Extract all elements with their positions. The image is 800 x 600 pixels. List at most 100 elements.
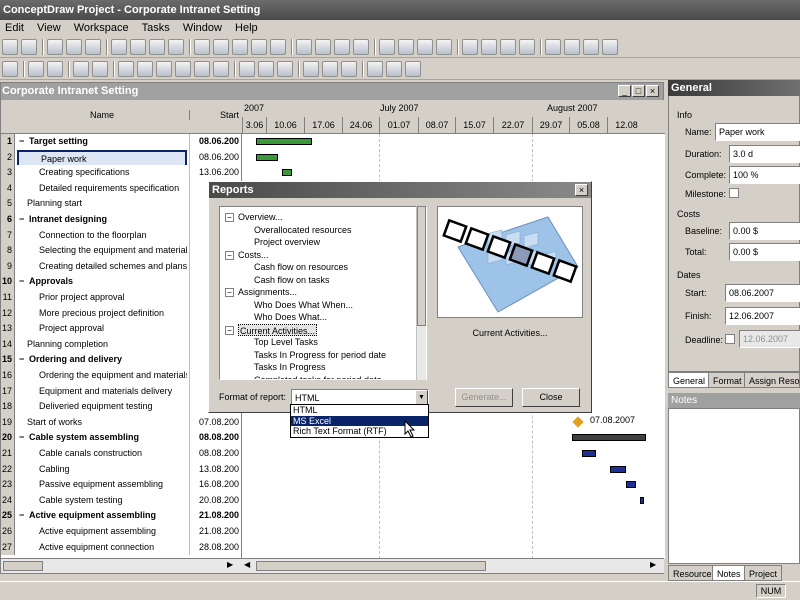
report-tree-item[interactable]: Who Does What...: [254, 311, 327, 324]
tab-general[interactable]: General: [668, 372, 711, 388]
report-tree[interactable]: Overview... − Overallocated resources Proje…: [219, 206, 427, 380]
minimize-button[interactable]: _: [618, 85, 631, 97]
gantt-task-bar[interactable]: [256, 153, 278, 161]
table-row[interactable]: 2 Paper work 08.06.200: [1, 149, 241, 166]
toolbar-button-icon[interactable]: [156, 61, 172, 77]
task-name-cell[interactable]: Planning start: [17, 196, 187, 212]
toolbar-button-icon[interactable]: [111, 39, 127, 55]
collapse-icon[interactable]: −: [19, 352, 24, 368]
task-name-cell[interactable]: Cable system assembling −: [17, 430, 187, 446]
toolbar-button-icon[interactable]: [213, 61, 229, 77]
table-row[interactable]: 15Ordering and delivery−16: [1, 352, 241, 368]
toolbar-button-icon[interactable]: [118, 61, 134, 77]
scroll-left-arrow-icon[interactable]: ◀: [244, 560, 250, 569]
row-number[interactable]: 19: [1, 414, 15, 431]
table-row[interactable]: 6Intranet designing−19: [1, 212, 241, 228]
task-name-cell[interactable]: Active equipment connection: [17, 540, 187, 556]
toolbar-button-icon[interactable]: [2, 61, 18, 77]
row-number[interactable]: 12: [1, 305, 15, 322]
table-row[interactable]: 21 Cable canals construction 08.08.200: [1, 446, 241, 462]
column-header-name[interactable]: Name: [17, 110, 187, 120]
table-row[interactable]: 20 Cable system assembling −08.08.200: [1, 430, 241, 446]
toolbar-button-icon[interactable]: [137, 61, 153, 77]
row-number[interactable]: 4: [1, 180, 15, 197]
table-row[interactable]: 17Equipment and materials delivery17: [1, 383, 241, 400]
close-window-button[interactable]: ×: [646, 85, 659, 97]
baseline-field[interactable]: 0.00 $: [729, 222, 800, 240]
toolbar-button-icon[interactable]: [47, 61, 63, 77]
toolbar-button-icon[interactable]: [258, 61, 274, 77]
start-date-cell[interactable]: 28.08.200: [189, 539, 241, 556]
start-date-cell[interactable]: 08.06.200: [189, 134, 241, 150]
toolbar-button-icon[interactable]: [315, 39, 331, 55]
toolbar-button-icon[interactable]: [239, 61, 255, 77]
menu-help[interactable]: Help: [230, 20, 263, 36]
gantt-task-bar[interactable]: [640, 496, 644, 504]
tree-collapse-icon[interactable]: −: [225, 288, 234, 297]
toolbar-button-icon[interactable]: [270, 39, 286, 55]
toolbar-button-icon[interactable]: [405, 61, 421, 77]
toolbar-button-icon[interactable]: [130, 39, 146, 55]
row-number[interactable]: 15: [1, 352, 15, 368]
start-date-cell[interactable]: 21.08.200: [189, 524, 241, 540]
scroll-right-arrow-icon[interactable]: ▶: [227, 560, 233, 569]
toolbar-button-icon[interactable]: [47, 39, 63, 55]
menu-window[interactable]: Window: [178, 20, 227, 36]
menu-workspace[interactable]: Workspace: [69, 20, 134, 36]
row-number[interactable]: 17: [1, 383, 15, 400]
toolbar-button-icon[interactable]: [341, 61, 357, 77]
collapse-icon[interactable]: −: [19, 274, 24, 290]
toolbar-button-icon[interactable]: [28, 61, 44, 77]
task-name-cell[interactable]: Prior project approval: [17, 290, 187, 306]
table-row[interactable]: 26 Active equipment assembling 21.08.200: [1, 524, 241, 540]
toolbar-button-icon[interactable]: [353, 39, 369, 55]
toolbar-button-icon[interactable]: [232, 39, 248, 55]
table-row[interactable]: 22 Cabling 13.08.200: [1, 461, 241, 478]
table-row[interactable]: 18Deliveried equipment testing03: [1, 399, 241, 415]
task-name-cell[interactable]: Ordering the equipment and materials: [17, 368, 187, 384]
row-number[interactable]: 21: [1, 446, 15, 462]
task-name-cell[interactable]: Ordering and delivery −: [17, 352, 187, 368]
table-row[interactable]: 12More precious project definition10: [1, 305, 241, 322]
table-row[interactable]: 24 Cable system testing 20.08.200: [1, 492, 241, 509]
dialog-close-icon[interactable]: ×: [575, 184, 588, 196]
toolbar-button-icon[interactable]: [168, 39, 184, 55]
milestone-checkbox[interactable]: [729, 188, 739, 198]
toolbar-button-icon[interactable]: [21, 39, 37, 55]
row-number[interactable]: 5: [1, 196, 15, 212]
scrollbar-thumb[interactable]: [3, 561, 43, 571]
start-date-cell[interactable]: 08.06.200: [189, 149, 241, 166]
menu-view[interactable]: View: [32, 20, 66, 36]
start-date-cell[interactable]: 08.08.200: [189, 446, 241, 462]
row-number[interactable]: 13: [1, 321, 15, 337]
report-tree-item[interactable]: Tasks In Progress: [254, 361, 326, 374]
task-name-cell[interactable]: Paper work: [17, 149, 187, 166]
toolbar-button-icon[interactable]: [251, 39, 267, 55]
table-row[interactable]: 23 Passive equipment assembling 16.08.200: [1, 477, 241, 493]
task-name-cell[interactable]: Cable system testing: [17, 493, 187, 509]
task-name-cell[interactable]: Planning completion: [17, 337, 187, 353]
task-name-cell[interactable]: Creating detailed schemes and plans: [17, 259, 187, 275]
row-number[interactable]: 6: [1, 212, 15, 228]
report-tree-item[interactable]: Who Does What When...: [254, 299, 353, 312]
scroll-right-arrow-icon[interactable]: ▶: [650, 560, 656, 569]
complete-field[interactable]: 100 %: [729, 166, 800, 184]
toolbar-button-icon[interactable]: [213, 39, 229, 55]
task-name-cell[interactable]: Approvals −: [17, 274, 187, 290]
toolbar-button-icon[interactable]: [303, 61, 319, 77]
toolbar-button-icon[interactable]: [175, 61, 191, 77]
row-number[interactable]: 24: [1, 492, 15, 509]
report-tree-item[interactable]: Current Activities...: [238, 323, 318, 336]
row-number[interactable]: 2: [1, 149, 15, 166]
tab-project[interactable]: Project: [744, 565, 783, 581]
row-number[interactable]: 18: [1, 399, 15, 415]
task-name-cell[interactable]: Active equipment assembling −: [17, 508, 187, 524]
table-row[interactable]: 9Creating detailed schemes and plans03: [1, 258, 241, 275]
start-date-field[interactable]: 08.06.2007: [725, 284, 800, 302]
task-name-cell[interactable]: Connection to the floorplan: [17, 228, 187, 244]
row-number[interactable]: 9: [1, 258, 15, 275]
task-name-cell[interactable]: Cabling: [17, 462, 187, 478]
table-row[interactable]: 27 Active equipment connection 28.08.200: [1, 539, 241, 556]
toolbar-button-icon[interactable]: [564, 39, 580, 55]
scrollbar-thumb[interactable]: [256, 561, 486, 571]
